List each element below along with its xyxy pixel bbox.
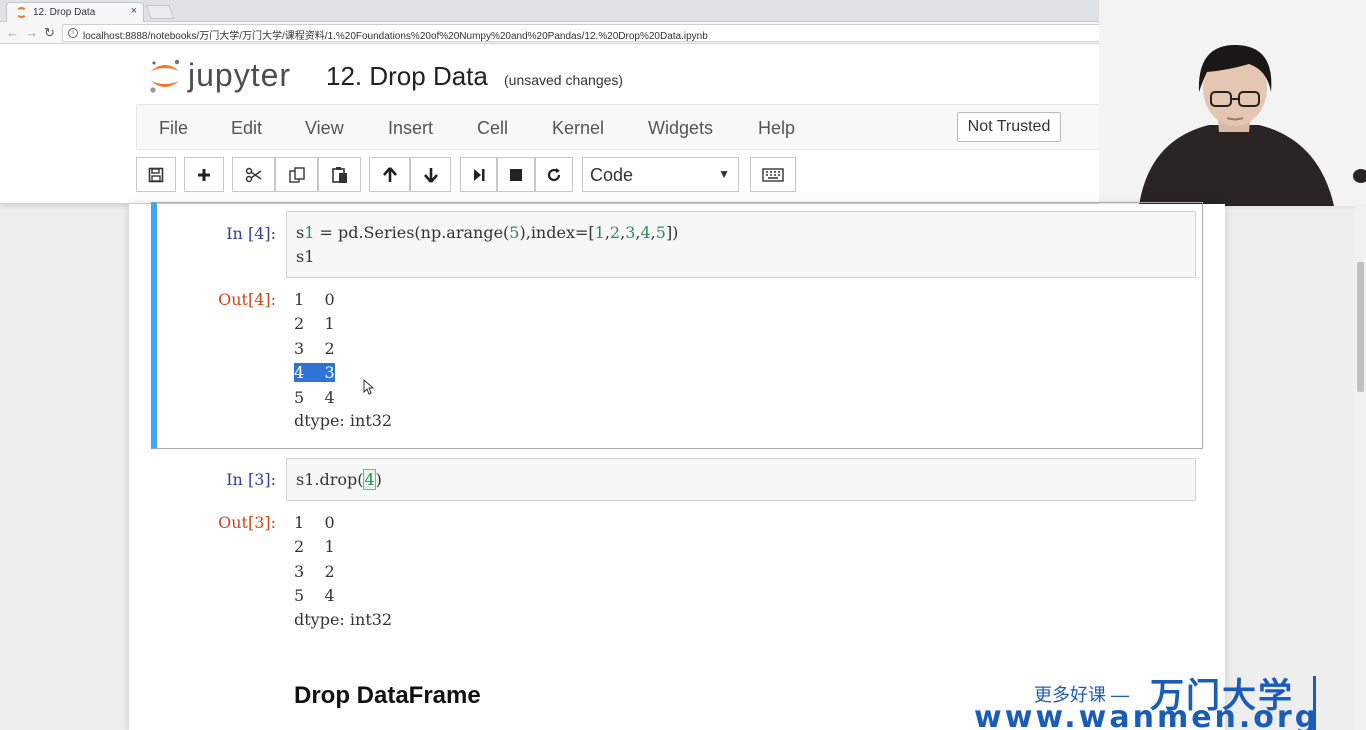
close-tab-icon[interactable]: ×	[131, 5, 137, 17]
insert-cell-button[interactable]	[184, 157, 224, 192]
menu-insert[interactable]: Insert	[388, 118, 433, 139]
menu-widgets[interactable]: Widgets	[648, 118, 713, 139]
output-row: 4 3	[294, 363, 335, 383]
step-forward-icon	[473, 168, 484, 181]
output-dtype: dtype: int32	[294, 610, 393, 629]
jupyter-logo-text: jupyter	[188, 57, 292, 93]
info-icon[interactable]: i	[68, 28, 78, 38]
notebook-toolbar: Code ▼	[136, 157, 1136, 193]
notebook-title[interactable]: 12. Drop Data	[326, 61, 488, 92]
code-line-2: s1	[296, 245, 314, 269]
screen: 12. Drop Data × ← → ↻ i localhost:8888/n…	[0, 0, 1366, 730]
output-row-text: 3 2	[294, 338, 335, 358]
output-row-text: 5 4	[294, 586, 335, 606]
output-prompt: Out[3]:	[218, 513, 276, 532]
not-trusted-button[interactable]: Not Trusted	[957, 112, 1061, 142]
paste-icon	[331, 166, 347, 183]
watermark-url: www.wanmen.org	[974, 700, 1320, 730]
jupyter-favicon-icon	[16, 7, 27, 18]
reload-icon[interactable]: ↻	[44, 25, 55, 41]
back-arrow-icon[interactable]: ←	[6, 25, 19, 40]
interrupt-kernel-button[interactable]	[497, 157, 535, 192]
plus-icon	[198, 168, 210, 181]
output-row: 2 1	[294, 537, 335, 556]
cell-type-value: Code	[590, 165, 634, 185]
output-row: 1 0	[294, 513, 335, 532]
code-input-area[interactable]: s1.drop(4)	[286, 458, 1196, 501]
mouse-cursor-icon	[363, 379, 375, 395]
code-text-2: s1	[296, 247, 315, 266]
output-row-text: 1 0	[294, 513, 335, 532]
run-cell-button[interactable]	[460, 157, 497, 192]
code-input-area[interactable]: s1 = pd.Series(np.arange(5),index=[1,2,3…	[286, 211, 1196, 278]
jupyter-logo[interactable]: jupyter	[148, 57, 308, 97]
code-line: s1.drop(4)	[296, 469, 382, 490]
url-input[interactable]: i localhost:8888/notebooks/万门大学/万门大学/课程资…	[62, 24, 1102, 42]
output-row: 5 4	[294, 388, 335, 407]
save-icon	[148, 167, 164, 182]
keyboard-icon	[762, 167, 784, 182]
menu-bar: File Edit View Insert Cell Kernel Widget…	[136, 104, 1136, 150]
input-prompt: In [4]:	[226, 224, 276, 243]
output-row-text: 1 0	[294, 290, 335, 309]
output-row: 1 0	[294, 290, 335, 309]
menu-kernel[interactable]: Kernel	[552, 118, 604, 139]
output-prompt: Out[4]:	[218, 290, 276, 309]
new-tab-button[interactable]	[145, 5, 175, 19]
forward-arrow-icon[interactable]: →	[25, 25, 38, 40]
menu-file[interactable]: File	[159, 118, 188, 139]
arrow-down-icon	[423, 167, 438, 183]
caret-down-icon: ▼	[718, 167, 730, 181]
menu-help[interactable]: Help	[758, 118, 795, 139]
url-text: localhost:8888/notebooks/万门大学/万门大学/课程资料/…	[83, 31, 708, 42]
move-up-button[interactable]	[369, 157, 410, 192]
code-text-1: s1 = pd.Series(np.arange(5),index=[1,2,3…	[296, 223, 679, 242]
output-row: 3 2	[294, 339, 335, 358]
browser-tab[interactable]: 12. Drop Data ×	[6, 2, 144, 22]
output-row-text: 2 1	[294, 314, 335, 334]
webcam-overlay	[1099, 0, 1366, 206]
output-row: 3 2	[294, 562, 335, 581]
copy-icon	[288, 166, 305, 183]
notebook-container: In [4]: s1 = pd.Series(np.arange(5),inde…	[129, 202, 1225, 730]
paste-cells-button[interactable]	[318, 157, 361, 192]
code-line-1: s1 = pd.Series(np.arange(5),index=[1,2,3…	[296, 221, 678, 245]
menu-view[interactable]: View	[305, 118, 344, 139]
output-row-text: 2 1	[294, 537, 335, 557]
code-cell-selected[interactable]: In [4]: s1 = pd.Series(np.arange(5),inde…	[151, 202, 1203, 449]
tab-title: 12. Drop Data	[33, 7, 96, 18]
watermark-divider	[1313, 676, 1316, 730]
scrollbar-thumb[interactable]	[1357, 262, 1364, 392]
save-button[interactable]	[136, 157, 176, 192]
refresh-icon	[547, 167, 561, 181]
arrow-up-icon	[382, 166, 397, 182]
cell-type-select[interactable]: Code ▼	[582, 157, 739, 192]
output-row-text: 4 3	[294, 363, 335, 383]
copy-cells-button[interactable]	[275, 157, 318, 192]
page-scrollbar[interactable]	[1355, 204, 1366, 730]
menu-edit[interactable]: Edit	[231, 118, 262, 139]
output-row-text: 3 2	[294, 561, 335, 581]
save-status: (unsaved changes)	[504, 72, 624, 88]
scissors-icon	[245, 167, 261, 182]
command-palette-button[interactable]	[750, 157, 796, 192]
restart-kernel-button[interactable]	[535, 157, 573, 192]
output-row-text: 5 4	[294, 387, 335, 407]
input-prompt: In [3]:	[226, 470, 276, 489]
output-row: 5 4	[294, 586, 335, 605]
output-row: 2 1	[294, 314, 335, 333]
move-down-button[interactable]	[410, 157, 451, 192]
code-cell[interactable]: In [3]: s1.drop(4) Out[3]: 1 02 13 25 4 …	[151, 454, 1203, 634]
cut-cells-button[interactable]	[232, 157, 275, 192]
output-dtype: dtype: int32	[294, 411, 393, 430]
stop-icon	[510, 168, 522, 181]
presenter-image	[1099, 0, 1366, 206]
markdown-heading: Drop DataFrame	[294, 682, 481, 709]
menu-cell[interactable]: Cell	[477, 118, 508, 139]
jupyter-logo-icon	[150, 59, 180, 93]
